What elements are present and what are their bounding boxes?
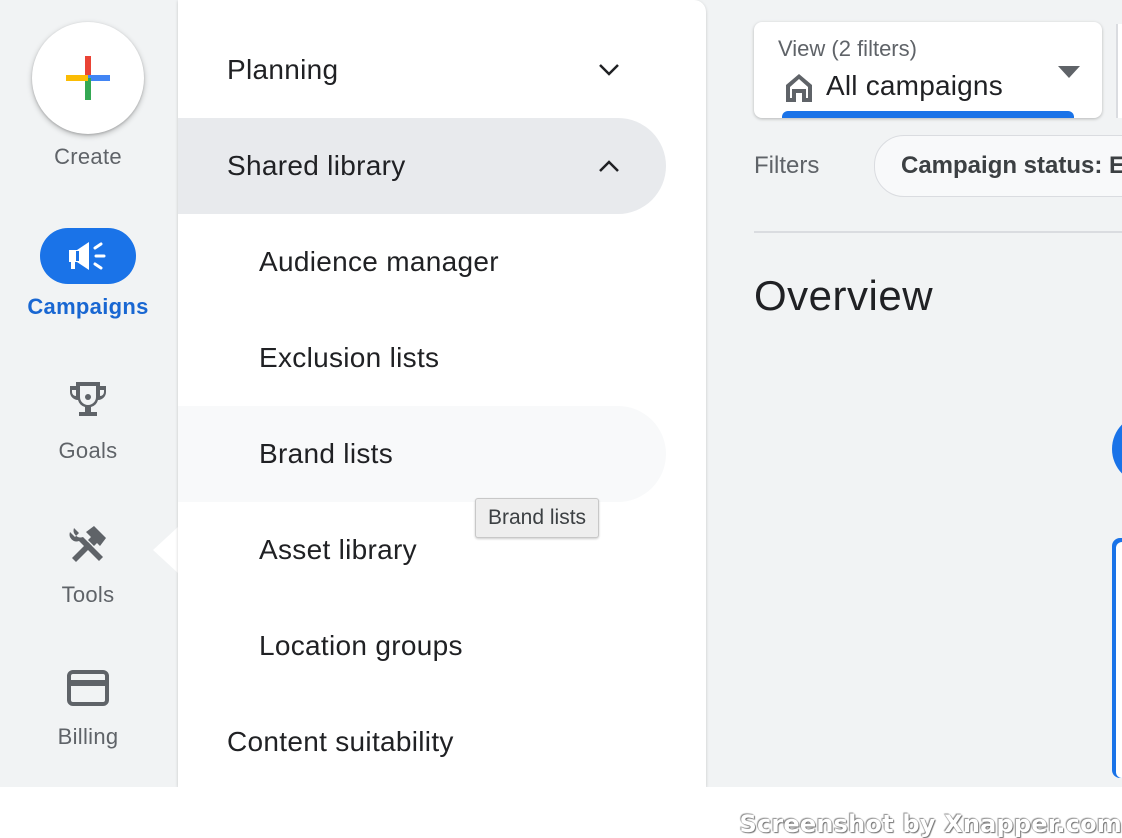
menu-label-brand-lists: Brand lists [259,438,394,469]
view-selector[interactable]: View (2 filters) All campaigns [754,22,1102,118]
tools-flyout-panel: Planning Shared library Audience manager… [178,0,706,787]
menu-label-asset-library: Asset library [259,534,417,565]
menu-item-planning[interactable]: Planning [178,22,666,118]
menu-item-location-groups[interactable]: Location groups [178,598,666,694]
tooltip: Brand lists [475,498,600,538]
create-button[interactable] [32,22,144,134]
page-title: Overview [754,272,934,319]
tools-icon [69,526,106,562]
chevron-down-icon [599,64,619,76]
app-window: Create Campaigns Goals Tools Billing Vie… [0,0,1122,787]
menu-label-location-groups: Location groups [259,630,463,661]
nav-label-goals: Goals [58,438,118,463]
next-control-edge [1116,24,1122,118]
menu-label-content-suitability: Content suitability [227,726,454,757]
divider [754,231,1122,233]
home-icon [786,74,812,102]
nav-label-tools: Tools [61,582,115,607]
menu-item-audience-manager[interactable]: Audience manager [178,214,666,310]
credit-card-icon [67,670,109,706]
menu-item-exclusion-lists[interactable]: Exclusion lists [178,310,666,406]
menu-item-shared-library[interactable]: Shared library [178,118,666,214]
menu-label-audience-manager: Audience manager [259,246,499,277]
menu-label-shared-library: Shared library [227,150,406,181]
trophy-icon [70,382,106,416]
dropdown-arrow-icon [1058,66,1080,78]
nav-label-billing: Billing [57,724,119,749]
filter-chip-label: Campaign status: E [901,152,1122,179]
menu-item-brand-lists[interactable]: Brand lists [178,406,666,502]
chevron-up-icon [599,160,619,172]
nav-item-tools[interactable]: Tools [0,522,176,612]
nav-item-goals[interactable]: Goals [0,378,176,468]
menu-item-content-suitability[interactable]: Content suitability [178,694,666,787]
filters-label: Filters [754,152,820,179]
nav-rail: Create Campaigns Goals Tools Billing [0,0,178,787]
menu-label-planning: Planning [227,54,339,85]
view-focus-bar [782,111,1074,118]
active-pill [40,228,136,284]
view-label: View (2 filters) [778,36,917,61]
create-label: Create [54,144,122,169]
panel-pointer [153,526,179,574]
filter-chip-campaign-status[interactable]: Campaign status: E [874,135,1122,197]
nav-label-campaigns: Campaigns [27,294,149,319]
nav-item-campaigns[interactable]: Campaigns [0,228,176,322]
card-partial [1112,538,1122,778]
watermark: Screenshot by Xnapper.com [739,810,1122,838]
menu-label-exclusion-lists: Exclusion lists [259,342,440,373]
view-value: All campaigns [826,70,1003,101]
plus-icon [66,56,110,100]
megaphone-icon [69,242,106,270]
nav-item-billing[interactable]: Billing [0,666,176,756]
fab-partial[interactable] [1112,414,1122,484]
